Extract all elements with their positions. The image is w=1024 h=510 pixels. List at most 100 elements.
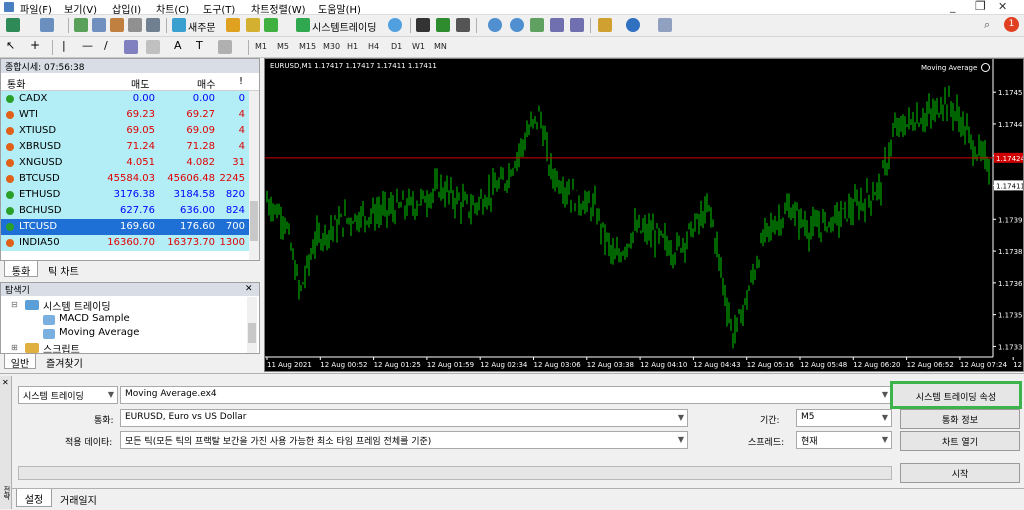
notification-badge[interactable]: 1 bbox=[1004, 17, 1019, 32]
open-chart-button[interactable]: 차트 열기 bbox=[900, 431, 1020, 451]
price-chart[interactable]: 1.174551.174401.174251.174111.173951.173… bbox=[264, 58, 1024, 372]
market-watch-row[interactable]: BTCUSD 45584.03 45606.48 2245 bbox=[1, 171, 249, 187]
line-chart-icon[interactable] bbox=[456, 18, 470, 32]
horizontal-line-icon[interactable]: — bbox=[82, 39, 96, 53]
period-select[interactable]: M5 ▼ bbox=[796, 409, 892, 427]
autotrading-gear-icon[interactable] bbox=[246, 18, 260, 32]
templates-icon[interactable] bbox=[658, 18, 672, 32]
menu-chart[interactable]: 차트(C) bbox=[156, 1, 189, 16]
zoom-out-icon[interactable] bbox=[510, 18, 524, 32]
arrows-icon[interactable] bbox=[218, 40, 232, 54]
vertical-line-icon[interactable]: | bbox=[62, 39, 76, 53]
market-watch-row[interactable]: BCHUSD 627.76 636.00 824 bbox=[1, 203, 249, 219]
new-order-button[interactable]: 새주문 bbox=[188, 19, 216, 34]
close-icon[interactable]: ✕ bbox=[998, 0, 1007, 13]
market-watch-row[interactable]: ETHUSD 3176.38 3184.58 820 bbox=[1, 187, 249, 203]
model-select[interactable]: 모든 틱(모든 틱의 프랙탈 보간을 가진 사용 가능한 최소 타임 프레임 전… bbox=[120, 431, 688, 449]
column-ask[interactable]: 매수 bbox=[197, 76, 215, 91]
market-watch-row[interactable]: INDIA50 16360.70 16373.70 1300 bbox=[1, 235, 249, 251]
menu-view[interactable]: 보기(V) bbox=[64, 1, 97, 16]
periods-icon[interactable] bbox=[626, 18, 640, 32]
search-icon[interactable]: ⌕ bbox=[984, 18, 998, 32]
tab-journal[interactable]: 거래일지 bbox=[60, 492, 97, 507]
tree-expander-icon[interactable]: ⊟ bbox=[11, 300, 18, 309]
timeframe-m15[interactable]: M15 bbox=[299, 42, 316, 51]
market-watch-row[interactable]: WTI 69.23 69.27 4 bbox=[1, 107, 249, 123]
expert-select-value: Moving Average.ex4 bbox=[125, 389, 217, 399]
column-bid[interactable]: 매도 bbox=[131, 76, 149, 91]
tab-symbols[interactable]: 통화 bbox=[4, 261, 38, 278]
chart-shift-icon[interactable] bbox=[570, 18, 584, 32]
navigator-icon[interactable] bbox=[110, 18, 124, 32]
cursor-icon[interactable]: ↖ bbox=[6, 39, 20, 53]
menu-tools[interactable]: 도구(T) bbox=[203, 1, 235, 16]
tab-tick-chart[interactable]: 틱 차트 bbox=[48, 263, 79, 278]
signal-icon[interactable] bbox=[388, 18, 402, 32]
text-icon[interactable]: A bbox=[174, 39, 188, 53]
autoscroll-icon[interactable] bbox=[550, 18, 564, 32]
autotrading-play-icon[interactable] bbox=[296, 18, 310, 32]
column-symbol[interactable]: 통화 bbox=[7, 76, 25, 91]
nav-item-moving-average[interactable]: Moving Average bbox=[59, 327, 139, 338]
timeframe-d1[interactable]: D1 bbox=[391, 42, 402, 51]
menu-help[interactable]: 도움말(H) bbox=[318, 1, 361, 16]
market-watch-row[interactable]: XBRUSD 71.24 71.28 4 bbox=[1, 139, 249, 155]
market-watch-scrollbar[interactable] bbox=[249, 91, 259, 286]
channel-icon[interactable] bbox=[124, 40, 138, 54]
scrollbar-thumb[interactable] bbox=[248, 323, 256, 343]
symbol-select[interactable]: EURUSD, Euro vs US Dollar ▼ bbox=[120, 409, 688, 427]
bar-chart-icon[interactable] bbox=[416, 18, 430, 32]
tester-close-icon[interactable]: ✕ bbox=[2, 378, 9, 387]
autotrading-icon[interactable] bbox=[264, 18, 278, 32]
nav-item-expert-advisors[interactable]: 시스템 트레이딩 bbox=[43, 298, 111, 313]
timeframe-h4[interactable]: H4 bbox=[368, 42, 379, 51]
autotrading-button[interactable]: 시스템트레이딩 bbox=[312, 19, 376, 34]
timeframe-m30[interactable]: M30 bbox=[323, 42, 340, 51]
nav-item-macd-sample[interactable]: MACD Sample bbox=[59, 313, 130, 324]
spread-select[interactable]: 현재 ▼ bbox=[796, 431, 892, 449]
market-watch-row[interactable]: XNGUSD 4.051 4.082 31 bbox=[1, 155, 249, 171]
menu-file[interactable]: 파일(F) bbox=[20, 1, 52, 16]
timeframe-m5[interactable]: M5 bbox=[277, 42, 289, 51]
profiles-icon[interactable] bbox=[40, 18, 54, 32]
text-label-icon[interactable]: T bbox=[196, 39, 210, 53]
tester-icon[interactable] bbox=[146, 18, 160, 32]
timeframe-m1[interactable]: M1 bbox=[255, 42, 267, 51]
column-spread[interactable]: ! bbox=[239, 76, 243, 87]
navigator-close-icon[interactable]: ✕ bbox=[245, 284, 253, 294]
market-watch-row[interactable]: XTIUSD 69.05 69.09 4 bbox=[1, 123, 249, 139]
crosshair-icon[interactable]: + bbox=[30, 38, 44, 52]
terminal-icon[interactable] bbox=[128, 18, 142, 32]
tile-windows-icon[interactable] bbox=[530, 18, 544, 32]
expert-properties-button[interactable]: 시스템 트레이딩 속성 bbox=[890, 381, 1022, 409]
restore-icon[interactable]: ❐ bbox=[975, 0, 986, 13]
tab-common[interactable]: 일반 bbox=[4, 354, 36, 370]
navigator-scrollbar[interactable] bbox=[247, 297, 257, 353]
indicators-icon[interactable] bbox=[598, 18, 612, 32]
menu-window[interactable]: 차트정렬(W) bbox=[251, 1, 306, 16]
market-watch-row[interactable]: LTCUSD 169.60 176.60 700 bbox=[1, 219, 249, 235]
symbol-properties-button[interactable]: 통화 정보 bbox=[900, 409, 1020, 429]
timeframe-mn[interactable]: MN bbox=[434, 42, 447, 51]
expert-select[interactable]: Moving Average.ex4 ▼ bbox=[120, 386, 892, 404]
fibo-icon[interactable] bbox=[146, 40, 160, 54]
mode-select[interactable]: 시스템 트레이딩 ▼ bbox=[18, 386, 118, 404]
metaeditor-icon[interactable] bbox=[226, 18, 240, 32]
tab-settings[interactable]: 설정 bbox=[16, 489, 52, 507]
timeframe-h1[interactable]: H1 bbox=[347, 42, 358, 51]
new-order-icon[interactable] bbox=[172, 18, 186, 32]
tree-expander-icon[interactable]: ⊞ bbox=[11, 343, 18, 352]
minimize-icon[interactable]: _ bbox=[950, 0, 956, 13]
scrollbar-thumb[interactable] bbox=[250, 201, 258, 241]
tab-favorites[interactable]: 즐겨찾기 bbox=[46, 355, 83, 370]
new-chart-icon[interactable] bbox=[6, 18, 20, 32]
start-button[interactable]: 시작 bbox=[900, 463, 1020, 483]
menu-insert[interactable]: 삽입(I) bbox=[112, 1, 141, 16]
data-window-icon[interactable] bbox=[92, 18, 106, 32]
zoom-in-icon[interactable] bbox=[488, 18, 502, 32]
candlestick-icon[interactable] bbox=[436, 18, 450, 32]
timeframe-w1[interactable]: W1 bbox=[412, 42, 425, 51]
trendline-icon[interactable]: / bbox=[104, 39, 118, 53]
market-watch-icon[interactable] bbox=[74, 18, 88, 32]
market-watch-row[interactable]: CADX 0.00 0.00 0 bbox=[1, 91, 249, 107]
